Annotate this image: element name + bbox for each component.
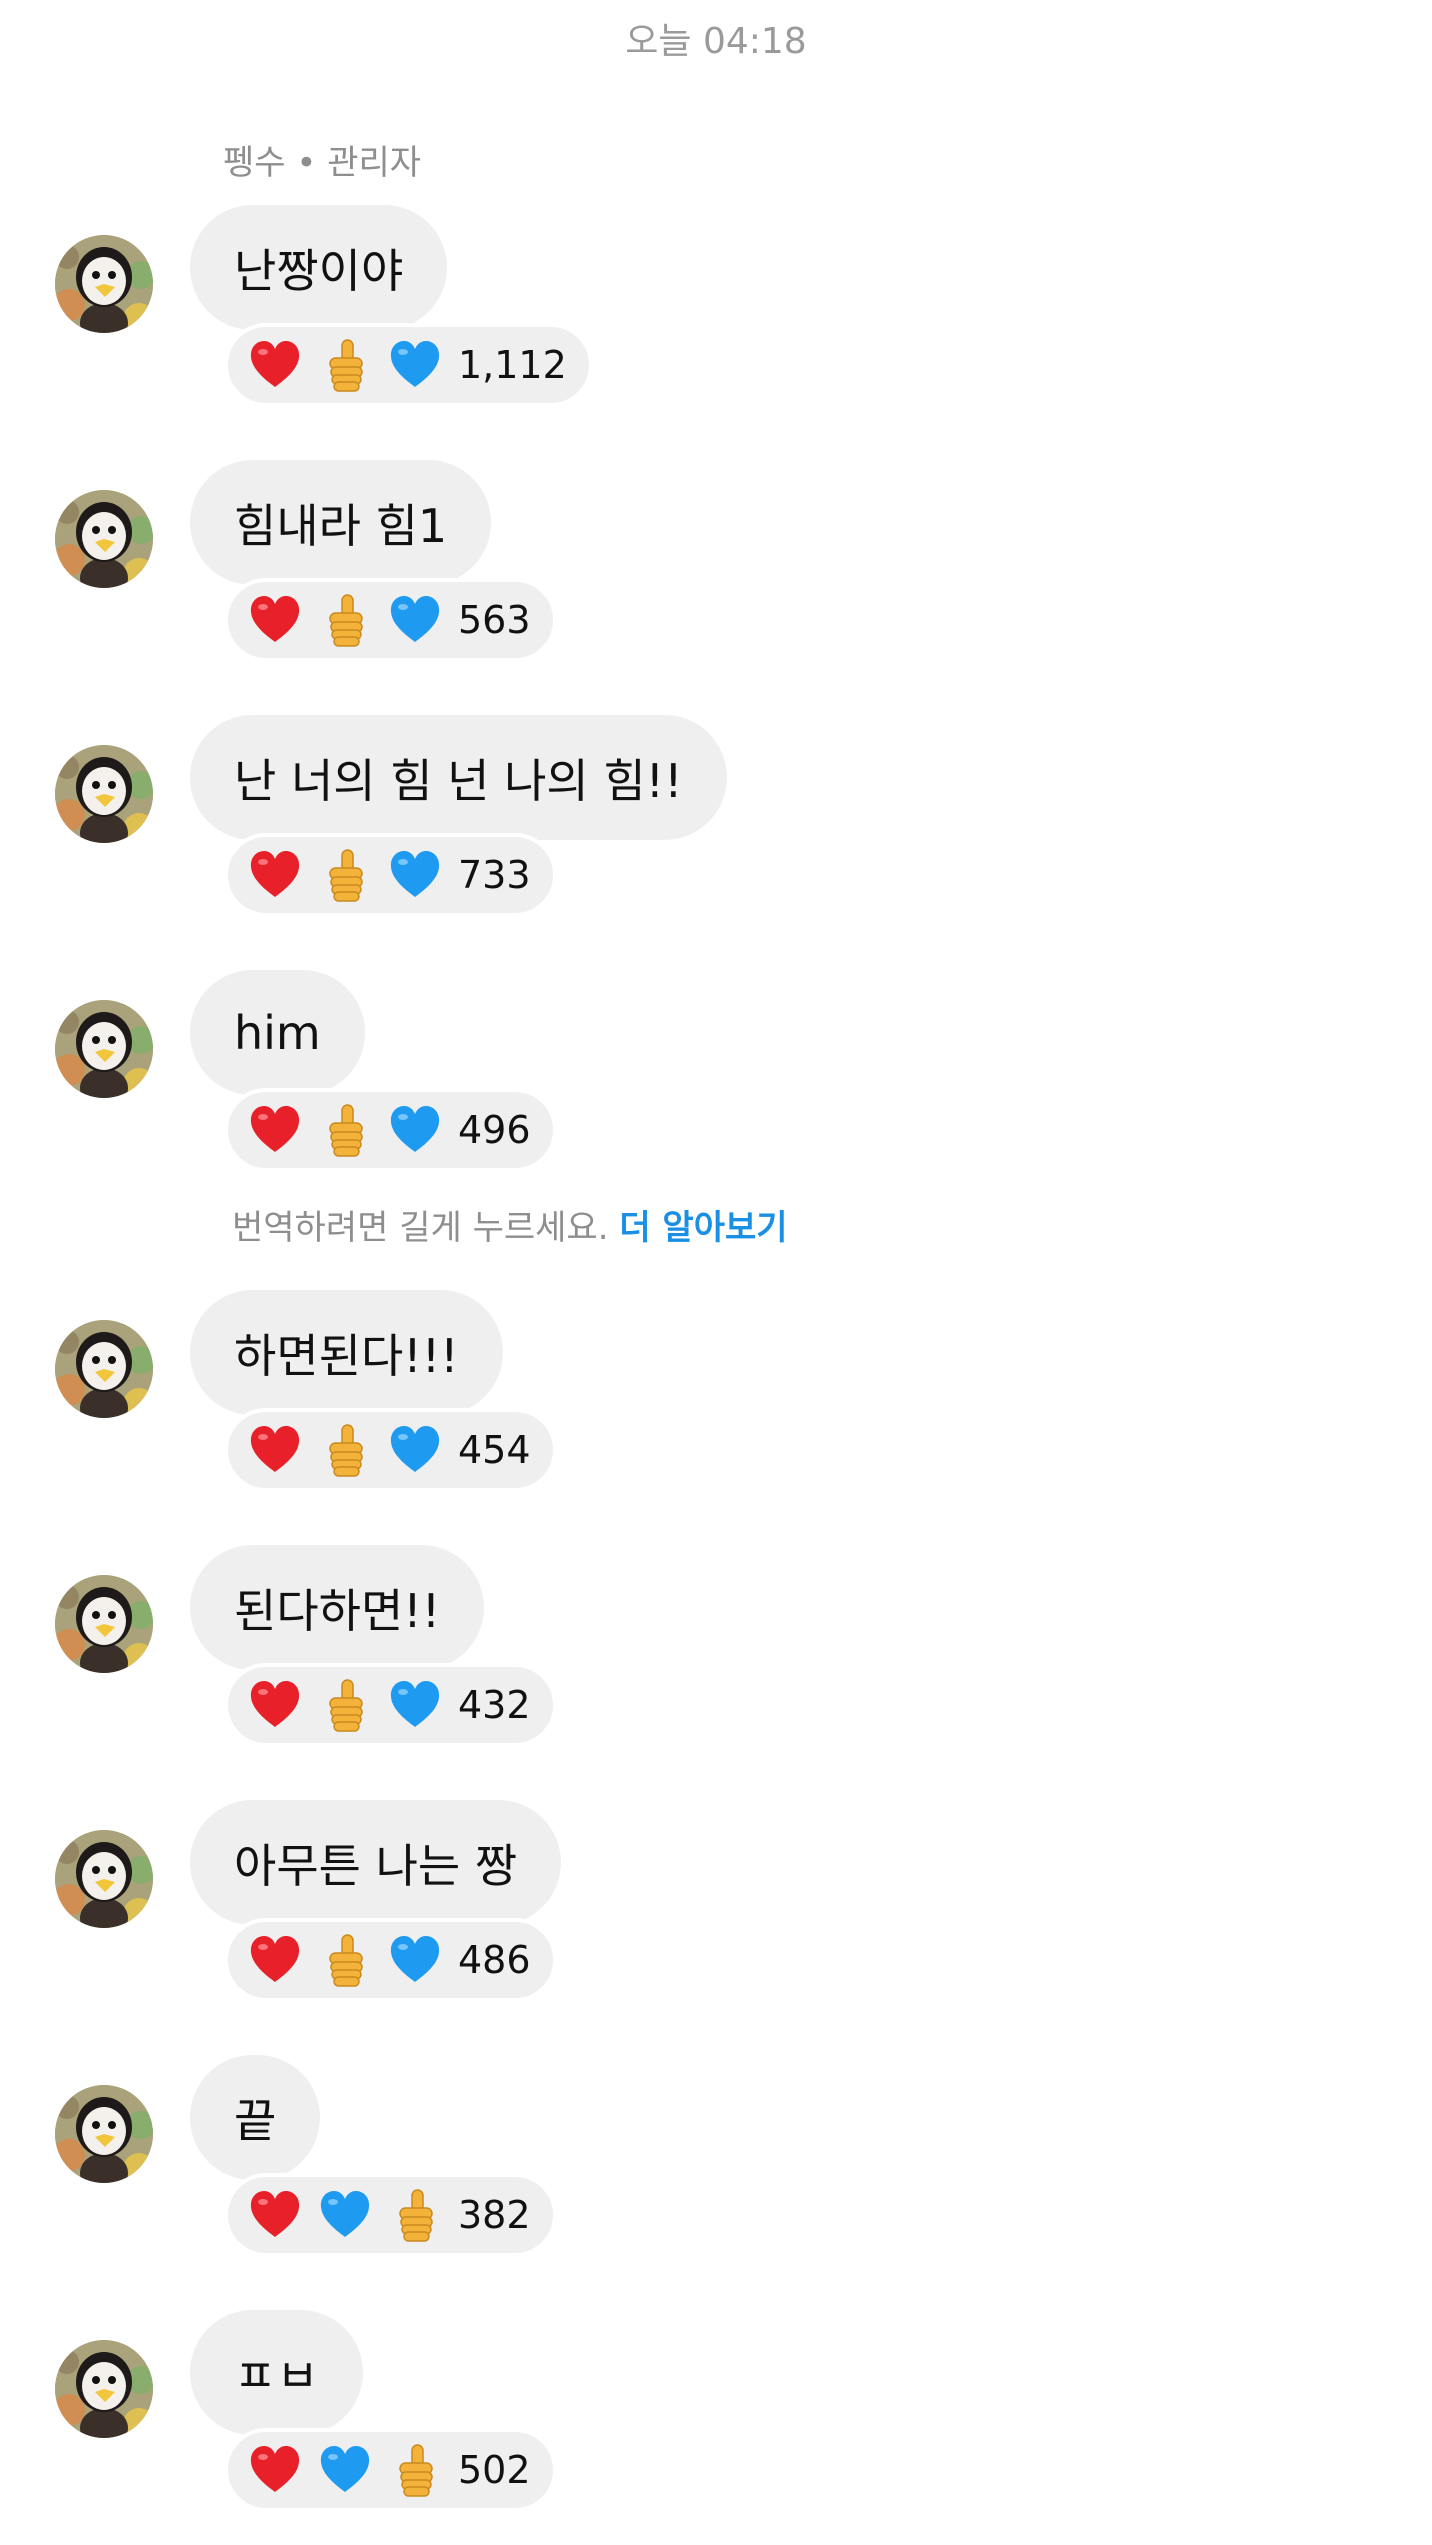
reaction-count: 432 [458,1683,531,1727]
translate-hint: 번역하려면 길게 누르세요. 더 알아보기 [232,1200,788,1249]
message-bubble[interactable]: 난 너의 힘 넌 나의 힘!! [190,715,727,840]
reaction-count: 1,112 [458,343,567,387]
reaction-bar[interactable]: 733 [224,833,557,917]
thumbs-up-icon [316,846,374,904]
reaction-bar[interactable]: 454 [224,1408,557,1492]
thumbs-up-icon [386,2441,444,2499]
thumbs-up-icon [316,1421,374,1479]
heart-blue-icon [386,1931,444,1989]
reaction-bar[interactable]: 496 [224,1088,557,1172]
reaction-count: 502 [458,2448,531,2492]
heart-red-icon [246,2186,304,2244]
reaction-count: 454 [458,1428,531,1472]
message-bubble[interactable]: 끝 [190,2055,321,2180]
message-bubble[interactable]: 난짱이야 [190,205,448,330]
message-bubble[interactable]: ㅍㅂ [190,2310,363,2435]
heart-blue-icon [386,591,444,649]
heart-blue-icon [386,1101,444,1159]
message-item: 난 너의 힘 넌 나의 힘!! 733 [0,715,1432,925]
heart-red-icon [246,1676,304,1734]
reaction-count: 496 [458,1108,531,1152]
heart-red-icon [246,1101,304,1159]
thumbs-up-icon [386,2186,444,2244]
message-item: 아무튼 나는 짱 486 [0,1800,1432,2010]
avatar[interactable] [55,745,153,843]
reaction-bar[interactable]: 432 [224,1663,557,1747]
reaction-count: 563 [458,598,531,642]
timestamp: 오늘 04:18 [625,21,807,62]
heart-red-icon [246,1931,304,1989]
heart-blue-icon [386,1676,444,1734]
message-bubble[interactable]: 아무튼 나는 짱 [190,1800,562,1925]
reaction-bar[interactable]: 382 [224,2173,557,2257]
reaction-count: 733 [458,853,531,897]
thumbs-up-icon [316,336,374,394]
thumbs-up-icon [316,1931,374,1989]
heart-red-icon [246,846,304,904]
avatar[interactable] [55,235,153,333]
message-bubble[interactable]: 힘내라 힘1 [190,460,492,585]
reaction-bar[interactable]: 502 [224,2428,557,2512]
message-item: 끝 382 [0,2055,1432,2265]
learn-more-link[interactable]: 더 알아보기 [619,1208,787,1248]
heart-red-icon [246,2441,304,2499]
reaction-bar[interactable]: 563 [224,578,557,662]
heart-red-icon [246,336,304,394]
reaction-bar[interactable]: 486 [224,1918,557,2002]
message-item: ㅍㅂ 502 [0,2310,1432,2520]
heart-blue-icon [316,2186,374,2244]
avatar[interactable] [55,1830,153,1928]
message-bubble[interactable]: him [190,970,365,1095]
avatar[interactable] [55,490,153,588]
avatar[interactable] [55,1575,153,1673]
heart-blue-icon [316,2441,374,2499]
message-item: 하면된다!!! 454 [0,1290,1432,1500]
message-bubble[interactable]: 된다하면!! [190,1545,485,1670]
message-bubble[interactable]: 하면된다!!! [190,1290,503,1415]
heart-blue-icon [386,336,444,394]
heart-red-icon [246,1421,304,1479]
sender-name: 펭수 • 관리자 [223,143,422,183]
thumbs-up-icon [316,591,374,649]
reaction-bar[interactable]: 1,112 [224,323,593,407]
message-item: 힘내라 힘1 563 [0,460,1432,670]
avatar[interactable] [55,2085,153,2183]
message-item: 난짱이야 1,112 [0,205,1432,415]
reaction-count: 382 [458,2193,531,2237]
reaction-count: 486 [458,1938,531,1982]
thumbs-up-icon [316,1676,374,1734]
heart-blue-icon [386,1421,444,1479]
message-item: 된다하면!! 432 [0,1545,1432,1755]
translate-hint-text: 번역하려면 길게 누르세요. [232,1208,620,1248]
avatar[interactable] [55,2340,153,2438]
message-item: him 496 [0,970,1432,1180]
heart-red-icon [246,591,304,649]
heart-blue-icon [386,846,444,904]
avatar[interactable] [55,1000,153,1098]
thumbs-up-icon [316,1101,374,1159]
avatar[interactable] [55,1320,153,1418]
